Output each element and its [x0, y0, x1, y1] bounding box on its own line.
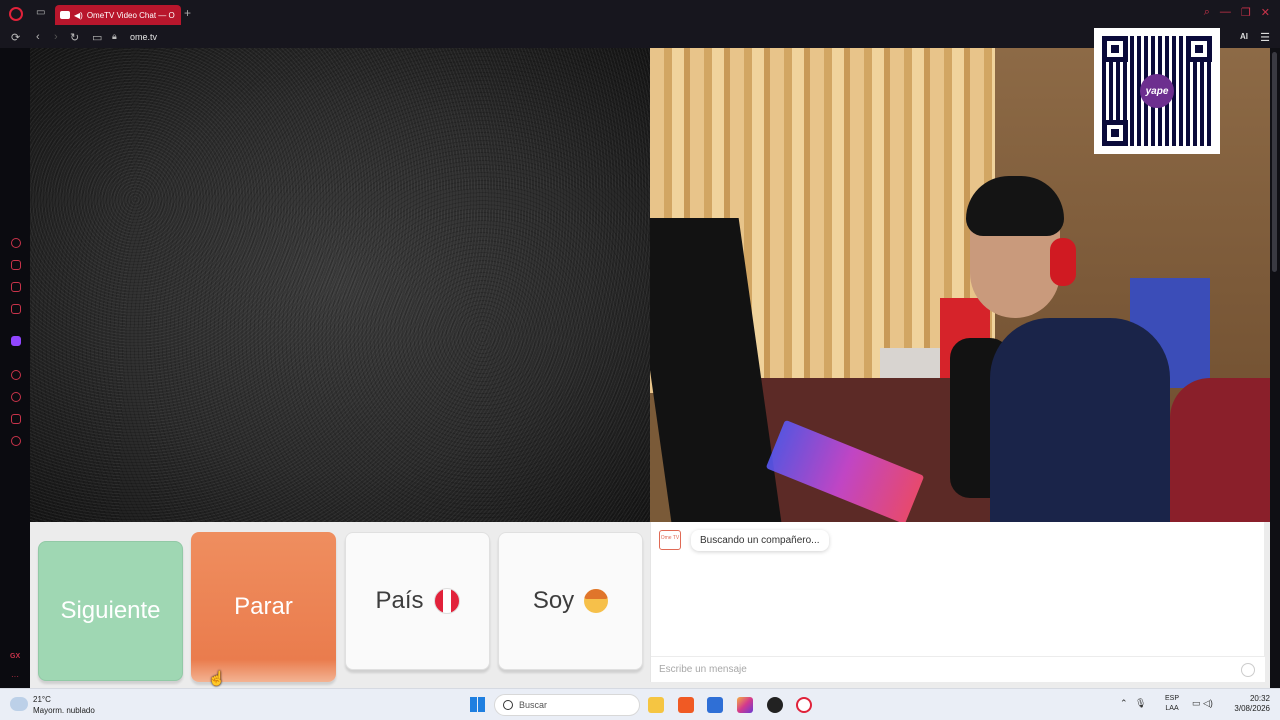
red-cloth	[1170, 378, 1270, 522]
opera-logo-icon[interactable]	[9, 7, 23, 21]
clock[interactable]: 20:32 3/08/2026	[1228, 694, 1270, 714]
search-icon	[503, 700, 513, 710]
windows-taskbar: 21°C Mayorm. nublado Buscar ⌃ 🎙︎ ESP LAA…	[0, 688, 1280, 720]
outlook-icon[interactable]	[707, 697, 723, 713]
forward-button[interactable]: ›	[54, 31, 58, 43]
peru-flag-icon	[433, 588, 460, 614]
network-volume-icons[interactable]: ▭ ◁)	[1192, 698, 1213, 709]
sidebar-wallet-icon[interactable]	[11, 282, 21, 292]
gender-button[interactable]: Soy	[498, 532, 643, 670]
speaker-icon[interactable]: ◀)	[74, 11, 83, 20]
windows-start-icon[interactable]	[470, 697, 485, 712]
sidebar-player-icon[interactable]	[11, 370, 21, 380]
stop-button-label: Parar	[234, 593, 293, 620]
cloud-icon[interactable]	[10, 697, 28, 711]
opera-gx-icon[interactable]	[767, 697, 783, 713]
qr-eye	[1186, 36, 1212, 62]
tray-icons[interactable]: ⌃ 🎙︎	[1120, 698, 1146, 709]
camera-icon[interactable]: ▭	[92, 31, 102, 44]
yape-qr-code: yape	[1094, 28, 1220, 154]
qr-eye	[1102, 120, 1128, 146]
brave-icon[interactable]	[678, 697, 694, 713]
country-button-label: País	[375, 587, 424, 614]
stop-button[interactable]: Parar	[191, 532, 336, 682]
ometv-chat-logo: Ome TV	[659, 530, 681, 550]
file-explorer-icon[interactable]	[648, 697, 664, 713]
time: 20:32	[1249, 694, 1270, 703]
restore-button[interactable]: ❐	[1241, 6, 1251, 19]
weather-description: Mayorm. nublado	[33, 706, 95, 715]
red-headset	[1050, 238, 1076, 286]
boy-face-icon	[584, 589, 609, 613]
ometv-favicon-icon	[60, 11, 70, 19]
back-button[interactable]: ‹	[36, 31, 40, 43]
taskbar-search[interactable]: Buscar	[494, 694, 640, 716]
sidebar-news-icon[interactable]	[11, 304, 21, 314]
close-button[interactable]: ✕	[1261, 6, 1270, 19]
sidebar-ai-icon[interactable]	[11, 238, 21, 248]
workspaces-icon[interactable]: ▭	[36, 7, 48, 19]
static-noise	[30, 48, 650, 522]
new-tab-button[interactable]: +	[184, 6, 191, 20]
weather-widget[interactable]: 21°C Mayorm. nublado	[33, 694, 95, 716]
sync-icon[interactable]: ⟳	[11, 31, 20, 44]
search-icon[interactable]: ⌕	[1204, 6, 1210, 19]
search-placeholder: Buscar	[519, 700, 548, 710]
address-bar: ⟳ ‹ › ↻ ▭ 🔒︎ ome.tv AI ☰	[0, 28, 1280, 48]
qr-eye	[1102, 36, 1128, 62]
language-indicator[interactable]: ESP LAA	[1165, 694, 1179, 714]
person-body	[990, 318, 1170, 522]
next-button[interactable]: Siguiente	[38, 541, 183, 681]
qr-pattern: yape	[1102, 36, 1212, 146]
scrollbar-thumb[interactable]	[1272, 52, 1277, 272]
message-input[interactable]: Escribe un mensaje	[651, 656, 1265, 682]
ai-button[interactable]: AI	[1240, 32, 1248, 41]
active-tab[interactable]: ◀) OmeTV Video Chat — O	[55, 5, 181, 25]
minimize-button[interactable]: —	[1220, 6, 1231, 19]
sidebar-gamepad-icon[interactable]	[11, 260, 21, 270]
chat-panel: Ome TV Buscando un compañero... Escribe …	[650, 522, 1265, 682]
lock-icon: 🔒︎	[112, 31, 117, 41]
sidebar-gx-label[interactable]: GX	[10, 653, 20, 660]
sidebar-extensions-icon[interactable]	[11, 414, 21, 424]
browser-tab-bar: ▭ ◀) OmeTV Video Chat — O + ⌕ — ❐ ✕	[0, 0, 1280, 28]
url-field[interactable]: ome.tv	[130, 32, 157, 42]
sidebar-twitch-icon[interactable]	[11, 336, 21, 346]
instagram-icon[interactable]	[737, 697, 753, 713]
yape-logo: yape	[1140, 74, 1174, 108]
next-button-label: Siguiente	[60, 597, 161, 624]
chat-controls: Siguiente Parar País Soy ☝	[30, 522, 650, 688]
country-button[interactable]: País	[345, 532, 490, 670]
browser-sidebar: GX ···	[0, 48, 30, 688]
lang-bottom: LAA	[1165, 705, 1179, 712]
sidebar-more-icon[interactable]: ···	[11, 672, 19, 681]
date: 3/08/2026	[1234, 704, 1270, 713]
status-message: Buscando un compañero...	[691, 530, 829, 551]
reload-button[interactable]: ↻	[70, 31, 79, 44]
message-input-placeholder: Escribe un mensaje	[659, 664, 747, 675]
tab-title: OmeTV Video Chat — O	[86, 10, 175, 20]
mouse-cursor-icon: ☝	[208, 670, 226, 686]
gender-button-label: Soy	[532, 587, 575, 614]
temperature: 21°C	[33, 695, 51, 704]
opera-icon[interactable]	[796, 697, 812, 713]
remote-video	[30, 48, 650, 522]
ometv-page: yape Siguiente Parar País Soy ☝ Ome TV B…	[30, 28, 1270, 688]
lang-top: ESP	[1165, 695, 1180, 702]
sidebar-history-icon[interactable]	[11, 392, 21, 402]
sidebar-settings-icon[interactable]	[11, 436, 21, 446]
page-scrollbar[interactable]	[1270, 48, 1280, 688]
menu-icon[interactable]: ☰	[1260, 31, 1270, 44]
emoji-icon[interactable]	[1241, 663, 1255, 677]
window-controls: ⌕ — ❐ ✕	[1204, 6, 1270, 19]
